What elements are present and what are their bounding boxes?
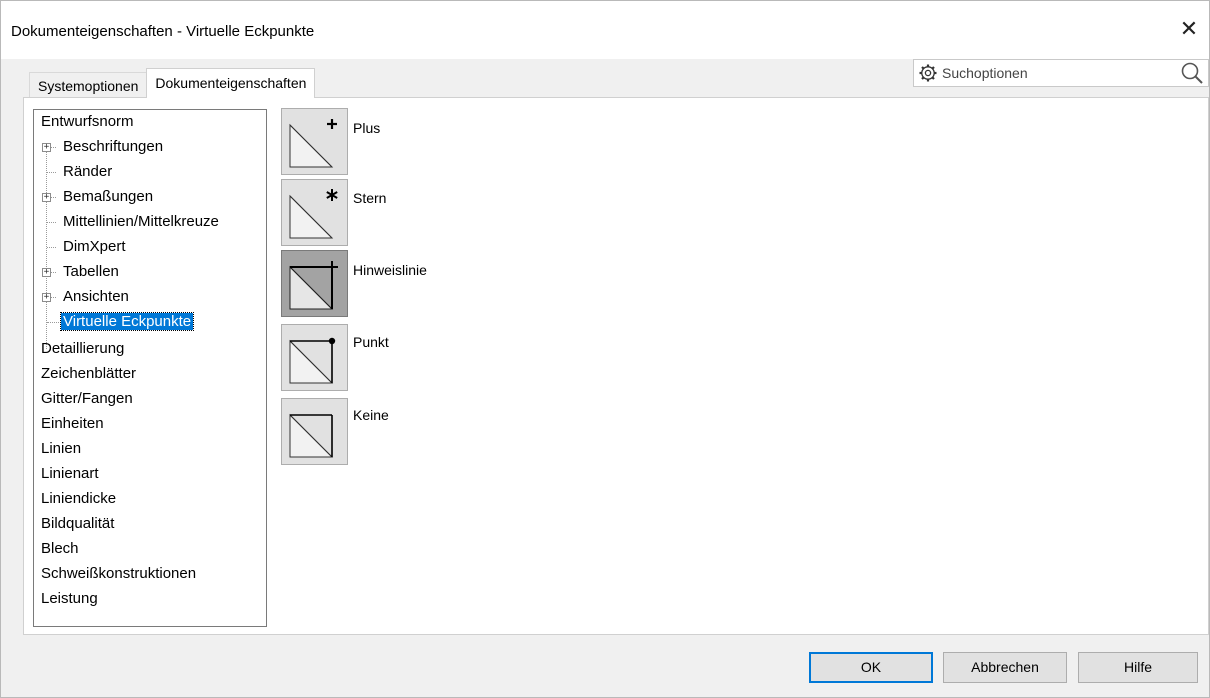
search-box[interactable]: Suchoptionen <box>913 59 1209 87</box>
tree-item-einheiten[interactable]: Einheiten <box>41 413 104 435</box>
tree-connector <box>47 322 59 323</box>
virtual-sharp-star-icon <box>289 189 338 239</box>
expand-beschriftungen-icon[interactable]: + <box>42 143 51 152</box>
virtual-sharp-dot-icon <box>289 337 336 384</box>
virtual-sharp-witness-line-icon <box>289 261 338 310</box>
virtual-sharp-plus-icon <box>289 119 337 168</box>
window-title: Dokumenteigenschaften - Virtuelle Eckpun… <box>11 23 315 40</box>
tree-connector <box>47 172 56 173</box>
tree-item-detaillierung[interactable]: Detaillierung <box>41 338 124 360</box>
title-bar: Dokumenteigenschaften - Virtuelle Eckpun… <box>1 1 1209 59</box>
tree-item-linienart[interactable]: Linienart <box>41 463 99 485</box>
tree-connector <box>47 247 56 248</box>
tree-item-gitter-fangen[interactable]: Gitter/Fangen <box>41 388 133 410</box>
tab-strip: Systemoptionen Dokumenteigenschaften <box>29 68 316 98</box>
close-button[interactable]: ✕ <box>1169 15 1209 45</box>
help-button[interactable]: Hilfe <box>1078 652 1198 683</box>
tree-item-bildqualitaet[interactable]: Bildqualität <box>41 513 114 535</box>
tree-item-leistung[interactable]: Leistung <box>41 588 98 610</box>
option-plus-label: Plus <box>353 120 381 136</box>
tree-item-schweisskonstruktionen[interactable]: Schweißkonstruktionen <box>41 563 196 585</box>
tree-item-raender[interactable]: Ränder <box>63 161 112 183</box>
cancel-button[interactable]: Abbrechen <box>943 652 1067 683</box>
expand-ansichten-icon[interactable]: + <box>42 293 51 302</box>
tree-item-bemassungen[interactable]: Bemaßungen <box>63 186 153 208</box>
virtual-sharp-none-icon <box>289 413 334 458</box>
option-punkt-label: Punkt <box>353 334 389 350</box>
expand-bemassungen-icon[interactable]: + <box>42 193 51 202</box>
ok-button[interactable]: OK <box>809 652 933 683</box>
option-stern-button[interactable] <box>281 179 348 246</box>
option-stern-label: Stern <box>353 190 387 206</box>
tab-dokumenteigenschaften[interactable]: Dokumenteigenschaften <box>146 68 316 98</box>
tree-item-entwurfsnorm[interactable]: Entwurfsnorm <box>41 111 134 133</box>
tree-item-mittellinien[interactable]: Mittellinien/Mittelkreuze <box>63 211 219 233</box>
tree-item-ansichten[interactable]: Ansichten <box>63 286 129 308</box>
search-icon[interactable] <box>1178 60 1206 86</box>
category-tree[interactable]: Entwurfsnorm + Beschriftungen Ränder + B… <box>33 109 267 627</box>
tab-systemoptionen[interactable]: Systemoptionen <box>29 72 148 98</box>
tree-item-dimxpert[interactable]: DimXpert <box>63 236 126 258</box>
tree-item-beschriftungen[interactable]: Beschriftungen <box>63 136 163 158</box>
option-hinweislinie-label: Hinweislinie <box>353 262 427 278</box>
tree-item-blech[interactable]: Blech <box>41 538 79 560</box>
option-plus-button[interactable] <box>281 108 348 175</box>
dialog-window: Dokumenteigenschaften - Virtuelle Eckpun… <box>0 0 1210 698</box>
search-input[interactable]: Suchoptionen <box>942 65 1028 81</box>
tree-item-tabellen[interactable]: Tabellen <box>63 261 119 283</box>
tree-item-virtuelle-eckpunkte[interactable]: Virtuelle Eckpunkte <box>59 311 195 333</box>
option-hinweislinie-button[interactable] <box>281 250 348 317</box>
option-keine-label: Keine <box>353 407 389 423</box>
gear-icon <box>919 64 937 82</box>
option-punkt-button[interactable] <box>281 324 348 391</box>
tree-item-linien[interactable]: Linien <box>41 438 81 460</box>
expand-tabellen-icon[interactable]: + <box>42 268 51 277</box>
tree-connector <box>47 222 56 223</box>
tree-item-zeichenblaetter[interactable]: Zeichenblätter <box>41 363 136 385</box>
option-keine-button[interactable] <box>281 398 348 465</box>
tree-item-liniendicke[interactable]: Liniendicke <box>41 488 116 510</box>
